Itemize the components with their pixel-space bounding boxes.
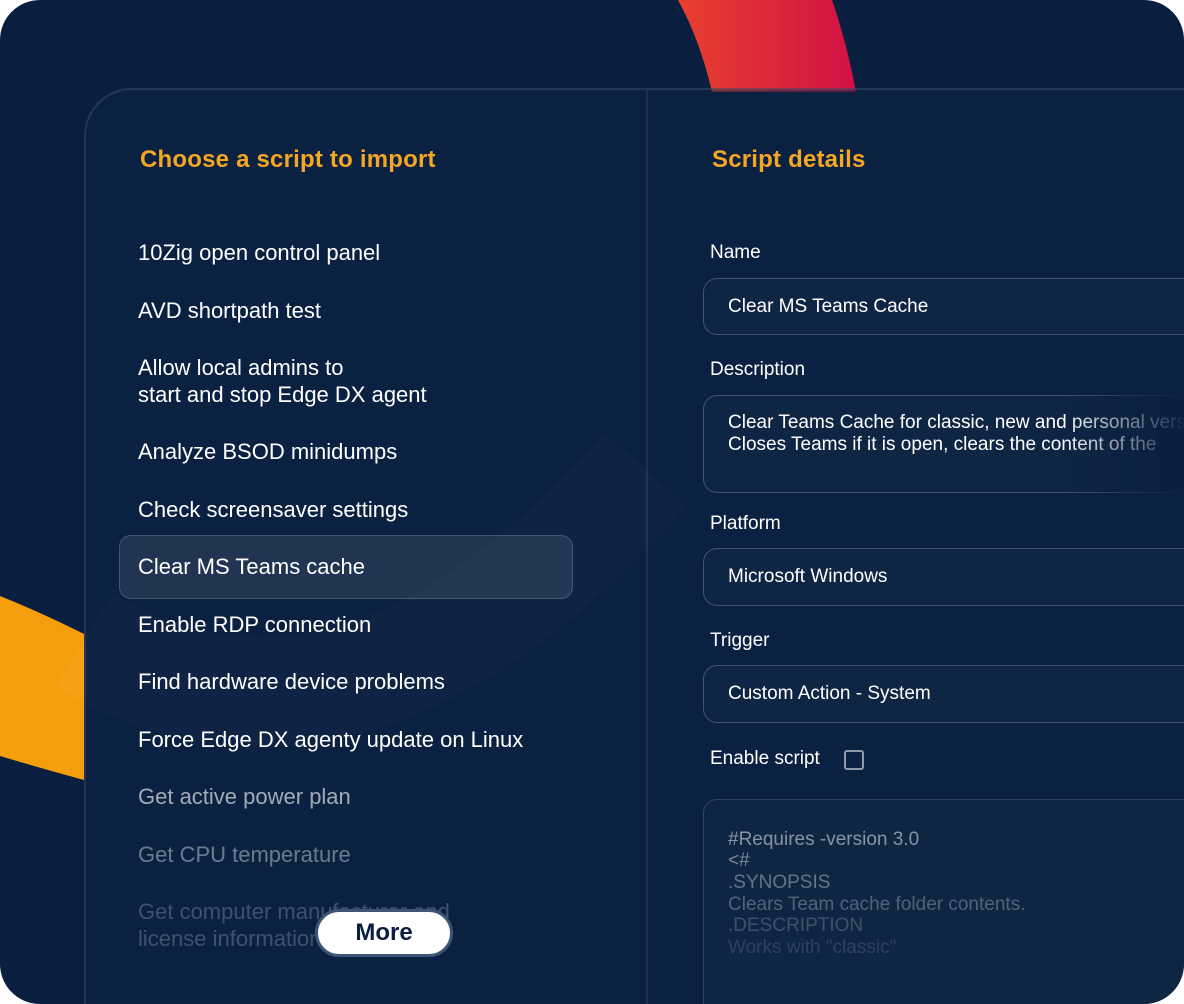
script-item-active-power-plan[interactable]: Get active power plan [138,783,351,810]
script-list-title: Choose a script to import [140,146,436,173]
code-line-5: .DESCRIPTION [728,915,864,936]
script-item-10zig[interactable]: 10Zig open control panel [138,239,380,266]
description-line-1: Clear Teams Cache for classic, new and p… [728,412,1184,433]
script-item-find-hardware-problems[interactable]: Find hardware device problems [138,668,445,695]
trigger-label: Trigger [710,630,770,651]
script-item-clear-teams-cache[interactable]: Clear MS Teams cache [138,553,365,580]
code-line-6: Works with "classic" [728,937,897,958]
enable-script-checkbox[interactable] [844,750,864,770]
red-arc-decoration [678,0,856,92]
script-item-check-screensaver[interactable]: Check screensaver settings [138,496,408,523]
code-line-1: #Requires -version 3.0 [728,829,920,850]
trigger-value: Custom Action - System [728,683,931,704]
script-item-enable-rdp[interactable]: Enable RDP connection [138,611,371,638]
script-item-cpu-temperature[interactable]: Get CPU temperature [138,841,351,868]
script-item-avd-shortpath[interactable]: AVD shortpath test [138,297,321,324]
script-item-allow-local-admins[interactable]: Allow local admins to start and stop Edg… [138,354,427,408]
trigger-select[interactable]: Custom Action - System [703,665,1184,723]
name-label: Name [710,242,761,263]
name-value: Clear MS Teams Cache [728,296,929,317]
description-label: Description [710,359,806,380]
platform-label: Platform [710,513,781,534]
script-details-title: Script details [712,146,866,173]
description-line-2: Closes Teams if it is open, clears the c… [728,434,1157,455]
code-line-3: .SYNOPSIS [728,872,831,893]
platform-select[interactable]: Microsoft Windows [703,548,1184,606]
description-field[interactable]: Clear Teams Cache for classic, new and p… [703,395,1184,493]
platform-value: Microsoft Windows [728,566,888,587]
code-line-2: <# [728,850,750,871]
code-line-4: Clears Team cache folder contents. [728,894,1026,915]
panel-divider [646,90,648,1004]
script-item-analyze-bsod[interactable]: Analyze BSOD minidumps [138,438,397,465]
more-button[interactable]: More [315,909,453,957]
script-item-force-update-linux[interactable]: Force Edge DX agenty update on Linux [138,726,523,753]
app-frame: Choose a script to import 10Zig open con… [0,0,1184,1004]
name-field[interactable]: Clear MS Teams Cache [703,278,1184,335]
enable-script-label: Enable script [710,748,820,769]
